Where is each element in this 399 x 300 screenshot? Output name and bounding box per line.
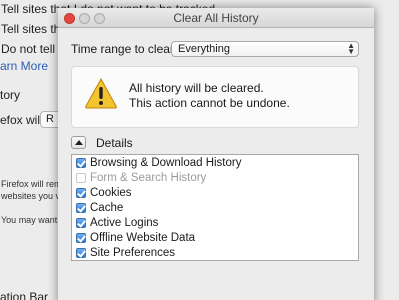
item-label: Cookies — [90, 187, 132, 199]
checkbox-checked[interactable] — [76, 248, 86, 258]
time-range-select[interactable]: Everything ▲ ▼ — [171, 41, 359, 57]
dialog-titlebar[interactable]: Clear All History — [58, 8, 374, 28]
minimize-button[interactable] — [79, 13, 90, 24]
item-label: Active Logins — [90, 217, 159, 229]
warning-panel: All history will be cleared. This action… — [71, 66, 359, 128]
item-label: Site Preferences — [90, 247, 176, 259]
item-label: Offline Website Data — [90, 232, 196, 244]
location-bar-heading: ation Bar — [0, 290, 49, 300]
checkbox-checked[interactable] — [76, 218, 86, 228]
disclosure-triangle-icon[interactable] — [71, 136, 86, 149]
learn-more-link[interactable]: arn More — [0, 59, 48, 73]
warning-triangle-icon — [85, 77, 117, 109]
checkbox-checked[interactable] — [76, 158, 86, 168]
time-range-label: Time range to clear: — [71, 42, 178, 56]
checkbox-checked[interactable] — [76, 188, 86, 198]
warning-text-line-1: All history will be cleared. — [129, 81, 264, 95]
history-section-heading: tory — [0, 88, 21, 102]
close-button[interactable] — [64, 13, 75, 24]
zoom-button[interactable] — [94, 13, 105, 24]
details-label[interactable]: Details — [96, 136, 133, 150]
history-description-line-3: You may want t — [1, 215, 63, 225]
item-label: Browsing & Download History — [90, 157, 242, 169]
item-label: Cache — [90, 202, 124, 214]
checkbox-checked[interactable] — [76, 203, 86, 213]
checkbox-checked[interactable] — [76, 233, 86, 243]
history-description-line-1: Firefox will rem — [1, 179, 62, 189]
dialog-title: Clear All History — [173, 11, 259, 25]
item-label: Form & Search History — [90, 172, 207, 184]
history-items-list: Browsing & Download History Form & Searc… — [71, 154, 359, 261]
chevron-updown-icon: ▲ ▼ — [347, 41, 355, 56]
checkbox-disabled — [76, 173, 86, 183]
history-description-line-2: websites you vi — [1, 191, 63, 201]
clear-history-dialog: Clear All History Time range to clear: E… — [58, 8, 374, 300]
time-range-value: Everything — [178, 43, 230, 55]
warning-text-line-2: This action cannot be undone. — [129, 96, 290, 110]
